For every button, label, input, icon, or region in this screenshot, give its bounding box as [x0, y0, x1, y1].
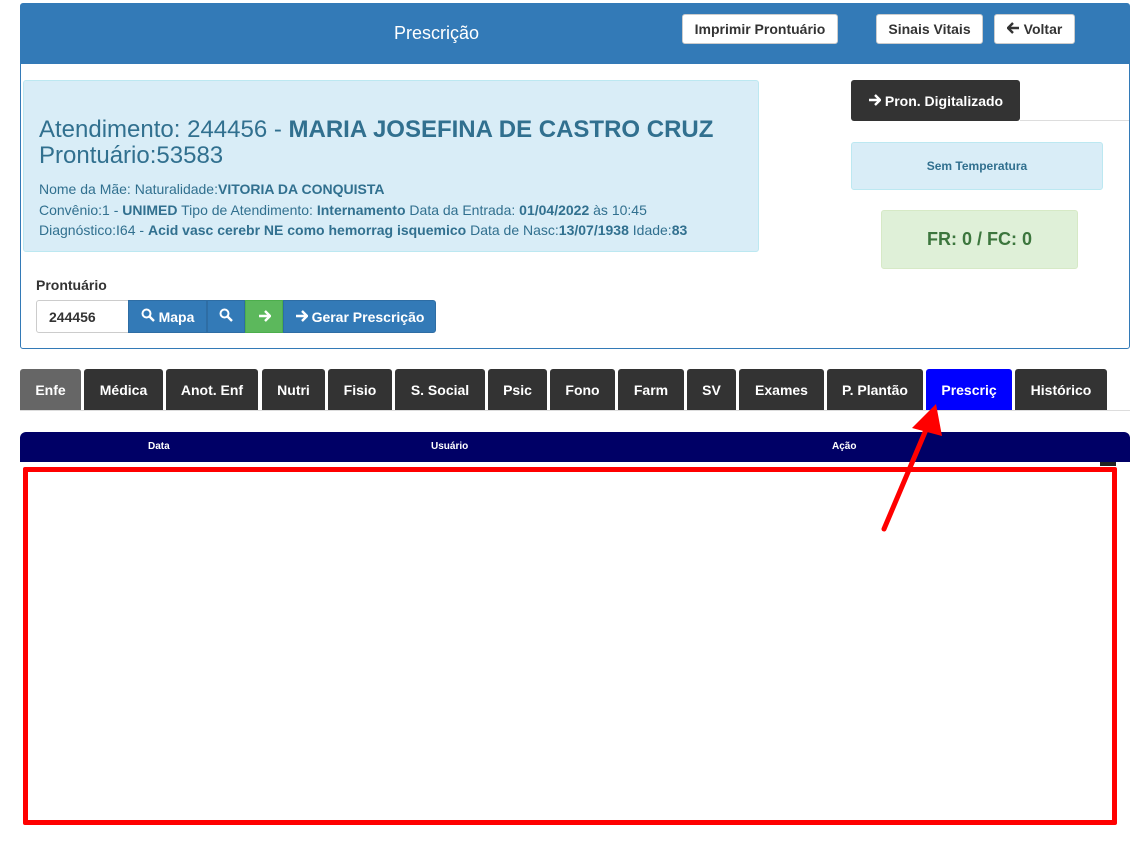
- naturalidade-value: VITORIA DA CONQUISTA: [218, 181, 385, 197]
- arrow-right-icon: [258, 309, 272, 325]
- column-header-usuario: Usuário: [431, 441, 469, 452]
- entrada-hora: às 10:45: [589, 202, 647, 218]
- atendimento-label: Atendimento: 244456 -: [39, 116, 289, 143]
- tipo-label: Tipo de Atendimento:: [177, 202, 317, 218]
- arrow-left-icon: [1005, 21, 1020, 37]
- tab-anot-enf[interactable]: Anot. Enf: [166, 369, 258, 410]
- panel-header: Prescrição Imprimir Prontuário Sinais Vi…: [21, 4, 1129, 64]
- vital-signs-button[interactable]: Sinais Vitais: [876, 14, 983, 44]
- prontuario-input[interactable]: [36, 300, 129, 333]
- table-edge: [1100, 462, 1116, 466]
- nasc-value: 13/07/1938: [558, 222, 629, 238]
- tab-s-social[interactable]: S. Social: [395, 369, 485, 410]
- tab-farm[interactable]: Farm: [618, 369, 684, 410]
- page-title: Prescrição: [394, 23, 480, 43]
- search-icon: [219, 308, 233, 325]
- divider: [1020, 120, 1129, 121]
- entrada-value: 01/04/2022: [519, 202, 590, 218]
- diagnostico-line: Diagnóstico:I64 - Acid vasc cerebr NE co…: [39, 222, 687, 238]
- tab-p-plantao[interactable]: P. Plantão: [827, 369, 923, 410]
- patient-panel: Prescrição Imprimir Prontuário Sinais Vi…: [20, 3, 1130, 349]
- tab-prescricao[interactable]: Prescriç: [926, 369, 1012, 410]
- tab-exames[interactable]: Exames: [739, 369, 824, 410]
- column-header-data: Data: [148, 441, 170, 452]
- convenio-value: UNIMED: [122, 202, 178, 218]
- mae-label: Nome da Mãe: Naturalidade:: [39, 181, 218, 197]
- arrow-right-icon: [295, 309, 309, 325]
- column-header-acao: Ação: [832, 441, 857, 452]
- mapa-label: Mapa: [158, 308, 195, 325]
- idade-value: 83: [671, 222, 688, 238]
- atendimento-line: Atendimento: 244456 - MARIA JOSEFINA DE …: [39, 116, 713, 144]
- patient-info-box: Atendimento: 244456 - MARIA JOSEFINA DE …: [23, 80, 759, 252]
- convenio-label: Convênio:1 -: [39, 202, 123, 218]
- back-label: Voltar: [1023, 21, 1063, 37]
- entrada-label: Data da Entrada:: [405, 202, 520, 218]
- mae-line: Nome da Mãe: Naturalidade:VITORIA DA CON…: [39, 181, 384, 197]
- print-prontuario-label: Imprimir Prontuário: [694, 21, 826, 37]
- tab-medica[interactable]: Médica: [84, 369, 163, 410]
- tab-enfe[interactable]: Enfe: [20, 369, 81, 410]
- go-button[interactable]: [245, 300, 283, 333]
- search-icon: [141, 308, 155, 325]
- prontuario-line: Prontuário:53583: [39, 142, 224, 169]
- tab-fisio[interactable]: Fisio: [328, 369, 392, 410]
- pron-digitalizado-label: Pron. Digitalizado: [884, 92, 1004, 109]
- diagnostico-value: Acid vasc cerebr NE como hemorrag isquem…: [147, 222, 467, 238]
- vital-signs-label: Sinais Vitais: [888, 21, 971, 37]
- temperature-alert: Sem Temperatura: [851, 142, 1103, 190]
- history-table-header: Data Usuário Ação: [20, 432, 1130, 462]
- nasc-label: Data de Nasc:: [466, 222, 559, 238]
- back-button[interactable]: Voltar: [994, 14, 1075, 44]
- prontuario-label: Prontuário: [36, 277, 107, 293]
- gerar-prescricao-button[interactable]: Gerar Prescrição: [283, 300, 436, 333]
- diag-label: Diagnóstico:I64 -: [39, 222, 148, 238]
- tab-sv[interactable]: SV: [687, 369, 736, 410]
- annotation-highlight-box: [23, 467, 1117, 825]
- tab-fono[interactable]: Fono: [550, 369, 615, 410]
- pron-digitalizado-button[interactable]: Pron. Digitalizado: [851, 80, 1020, 121]
- tab-nutri[interactable]: Nutri: [262, 369, 325, 410]
- vitals-alert: FR: 0 / FC: 0: [881, 210, 1078, 269]
- convenio-line: Convênio:1 - UNIMED Tipo de Atendimento:…: [39, 202, 647, 218]
- gerar-prescricao-label: Gerar Prescrição: [311, 308, 425, 325]
- tab-bar: Enfe Médica Anot. Enf Nutri Fisio S. Soc…: [20, 369, 1130, 411]
- idade-label: Idade:: [628, 222, 672, 238]
- print-prontuario-button[interactable]: Imprimir Prontuário: [682, 14, 838, 44]
- mapa-button[interactable]: Mapa: [128, 300, 207, 333]
- tab-historico[interactable]: Histórico: [1015, 369, 1107, 410]
- tab-psic[interactable]: Psic: [488, 369, 547, 410]
- tipo-value: Internamento: [316, 202, 406, 218]
- search-button[interactable]: [207, 300, 245, 333]
- arrow-right-icon: [868, 93, 882, 109]
- patient-name: MARIA JOSEFINA DE CASTRO CRUZ: [288, 116, 714, 143]
